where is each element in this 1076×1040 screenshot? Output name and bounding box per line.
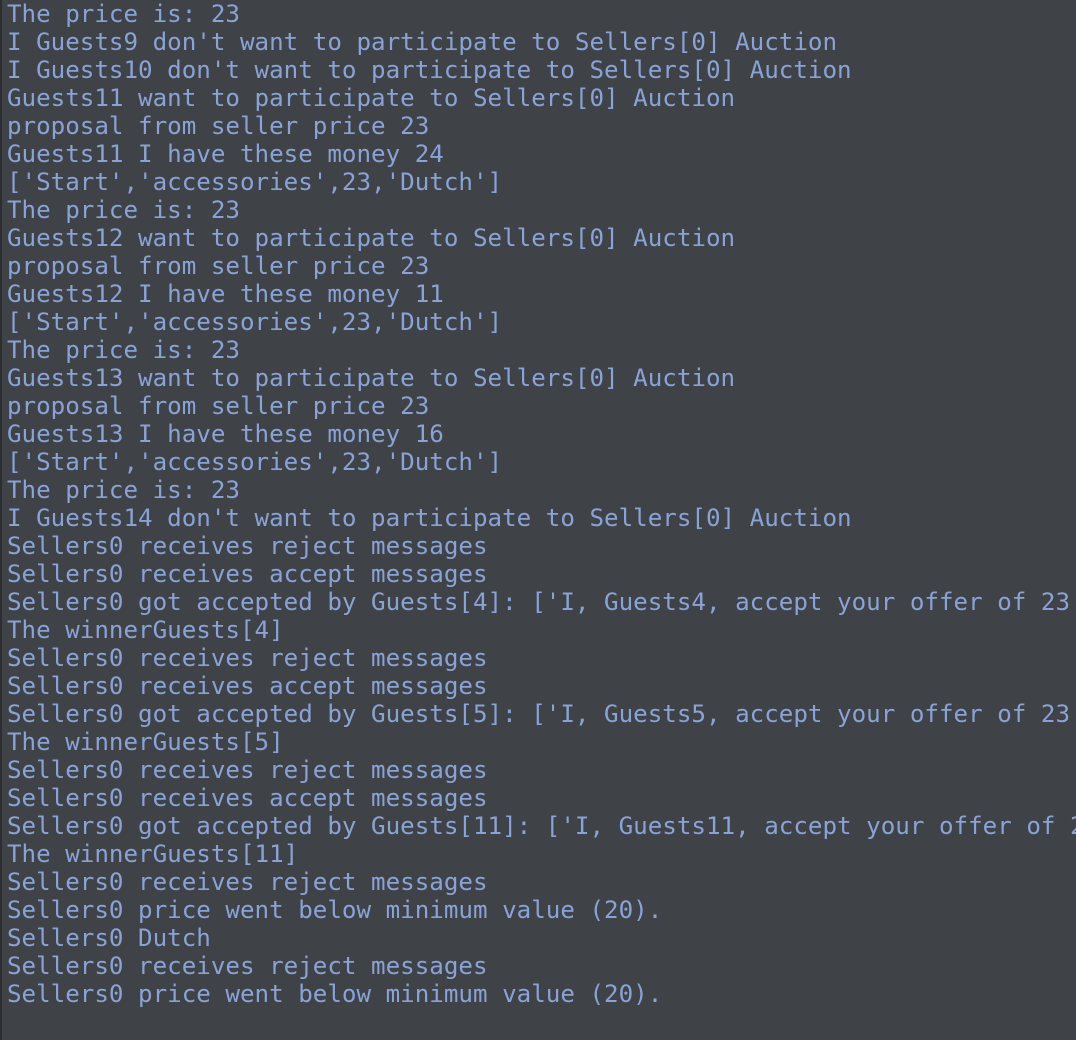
console-line: The price is: 23 (7, 336, 240, 364)
console-line: ['Start','accessories',23,'Dutch'] (7, 168, 503, 196)
console-line: Sellers0 price went below minimum value … (7, 896, 663, 924)
console-line: Guests11 I have these money 24 (7, 140, 444, 168)
console-line: The price is: 23 (7, 196, 240, 224)
console-line: I Guests14 don't want to participate to … (7, 504, 852, 532)
console-line: proposal from seller price 23 (7, 252, 430, 280)
console-line: Sellers0 price went below minimum value … (7, 980, 663, 1008)
console-line: Sellers0 got accepted by Guests[4]: ['I,… (7, 588, 1076, 616)
console-line: Guests13 I have these money 16 (7, 420, 444, 448)
console-line: The winnerGuests[4] (7, 616, 284, 644)
console-line: Sellers0 receives reject messages (7, 532, 488, 560)
console-line: Guests13 want to participate to Sellers[… (7, 364, 736, 392)
console-line: Guests12 want to participate to Sellers[… (7, 224, 736, 252)
console-line: Sellers0 got accepted by Guests[11]: ['I… (7, 812, 1076, 840)
console-line: Sellers0 receives reject messages (7, 868, 488, 896)
console-line: The winnerGuests[5] (7, 728, 284, 756)
console-line: Sellers0 receives reject messages (7, 644, 488, 672)
console-line: Sellers0 receives accept messages (7, 560, 488, 588)
console-lines: The price is: 23 I Guests9 don't want to … (7, 0, 1076, 1008)
console-line: Sellers0 receives accept messages (7, 784, 488, 812)
console-line: Sellers0 receives reject messages (7, 952, 488, 980)
console-left-border (0, 0, 2, 1040)
console-line: Sellers0 receives reject messages (7, 756, 488, 784)
console-line: Sellers0 got accepted by Guests[5]: ['I,… (7, 700, 1076, 728)
console-line: proposal from seller price 23 (7, 392, 430, 420)
console-line: ['Start','accessories',23,'Dutch'] (7, 448, 503, 476)
console-line: ['Start','accessories',23,'Dutch'] (7, 308, 503, 336)
console-output[interactable]: The price is: 23 I Guests9 don't want to … (0, 0, 1076, 1040)
console-line: I Guests10 don't want to participate to … (7, 56, 852, 84)
console-line: proposal from seller price 23 (7, 112, 430, 140)
console-line: Guests12 I have these money 11 (7, 280, 444, 308)
console-line: Guests11 want to participate to Sellers[… (7, 84, 736, 112)
console-line: The price is: 23 (7, 0, 240, 28)
console-line: Sellers0 Dutch (7, 924, 211, 952)
console-line: Sellers0 receives accept messages (7, 672, 488, 700)
console-line: The winnerGuests[11] (7, 840, 299, 868)
console-line: I Guests9 don't want to participate to S… (7, 28, 838, 56)
console-line: The price is: 23 (7, 476, 240, 504)
